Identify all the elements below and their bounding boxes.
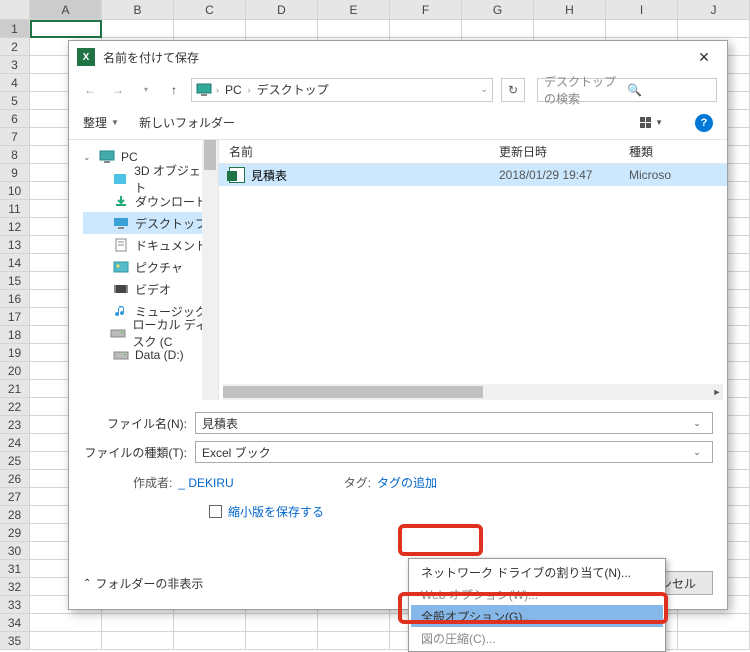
tree-item[interactable]: ダウンロード [83,190,218,212]
file-row[interactable]: 見積表 2018/01/29 19:47 Microso [219,164,727,186]
author-label: 作成者: [133,476,172,490]
author-value[interactable]: _ DEKIRU [178,476,233,490]
up-button[interactable]: ↑ [163,79,185,101]
help-button[interactable]: ? [695,114,713,132]
pc-icon [196,83,212,97]
folder-tree[interactable]: ⌄ PC 3D オブジェクトダウンロードデスクトップドキュメントピクチャビデオミ… [69,140,219,400]
menu-item[interactable]: 図の圧縮(C)... [411,627,663,649]
tag-value[interactable]: タグの追加 [377,476,437,490]
tree-item[interactable]: ローカル ディスク (C [83,322,218,344]
save-as-dialog: X 名前を付けて保存 ✕ ← → ▾ ↑ › PC › デスクトップ ⌄ ↻ デ [68,40,728,610]
col-type[interactable]: 種類 [619,143,727,160]
organize-button[interactable]: 整理▼ [83,114,119,131]
tree-item[interactable]: デスクトップ [83,212,218,234]
tree-item[interactable]: ピクチャ [83,256,218,278]
refresh-button[interactable]: ↻ [501,78,525,102]
search-icon: 🔍 [627,83,710,97]
tree-item[interactable]: ドキュメント [83,234,218,256]
filename-label: ファイル名(N): [83,415,195,432]
file-list[interactable]: 名前 更新日時 種類 見積表 2018/01/29 19:47 Microso … [219,140,727,400]
toolbar: 整理▼ 新しいフォルダー ▼ ? [69,106,727,140]
dialog-title: 名前を付けて保存 [103,49,689,66]
filename-input[interactable]: 見積表⌄ [195,412,713,434]
nav-bar: ← → ▾ ↑ › PC › デスクトップ ⌄ ↻ デスクトップの検索 🔍 [69,73,727,106]
excel-file-icon [229,167,245,183]
filetype-select[interactable]: Excel ブック⌄ [195,441,713,463]
col-date[interactable]: 更新日時 [489,143,619,160]
address-bar[interactable]: › PC › デスクトップ ⌄ [191,78,493,102]
forward-button: → [107,79,129,101]
filetype-label: ファイルの種類(T): [83,444,195,461]
tools-menu: ネットワーク ドライブの割り当て(N)...Web オプション(W)...全般オ… [408,558,666,652]
tree-item[interactable]: 3D オブジェクト [83,168,218,190]
tree-scrollbar[interactable] [202,140,218,400]
chevron-down-icon[interactable]: ⌄ [480,84,488,95]
back-button[interactable]: ← [79,79,101,101]
excel-icon: X [77,48,95,66]
close-button[interactable]: ✕ [689,49,719,66]
thumbnail-label[interactable]: 縮小版を保存する [228,503,324,520]
tag-label: タグ: [344,476,371,490]
recent-button[interactable]: ▾ [135,79,157,101]
hide-folders-button[interactable]: ⌃フォルダーの非表示 [83,575,203,592]
new-folder-button[interactable]: 新しいフォルダー [139,114,235,131]
view-button[interactable]: ▼ [640,117,663,128]
file-list-scrollbar[interactable]: ◄► [223,384,723,400]
thumbnail-checkbox[interactable] [209,505,222,518]
search-input[interactable]: デスクトップの検索 🔍 [537,78,717,102]
col-name[interactable]: 名前 [219,143,489,160]
menu-item[interactable]: ネットワーク ドライブの割り当て(N)... [411,561,663,583]
tree-item[interactable]: ビデオ [83,278,218,300]
menu-item[interactable]: Web オプション(W)... [411,583,663,605]
menu-item[interactable]: 全般オプション(G)... [411,605,663,627]
